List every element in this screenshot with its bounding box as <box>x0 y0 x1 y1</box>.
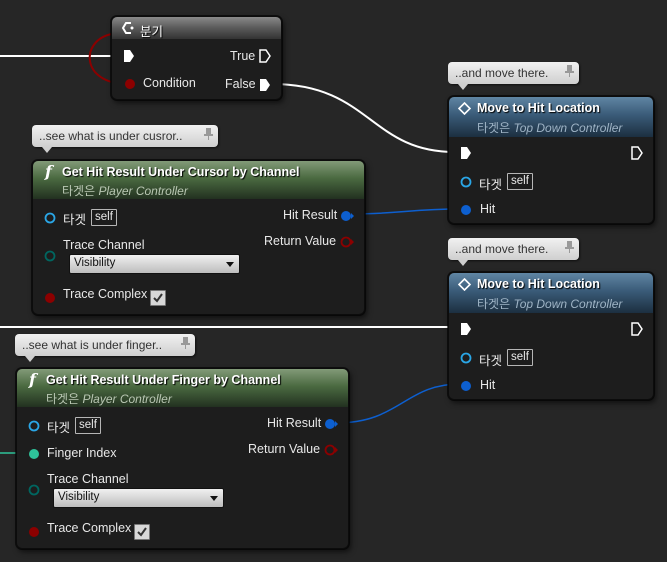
branch-icon <box>121 22 134 34</box>
pin-icon[interactable] <box>181 337 190 349</box>
branch-title: 분기 <box>140 25 164 39</box>
cursor-trace-channel-pin[interactable] <box>44 250 56 262</box>
hitresult-wire-cursor[interactable] <box>350 208 461 215</box>
move-node-subtitle: 타겟은 Top Down Controller <box>477 297 623 311</box>
finger-node-header[interactable]: f Get Hit Result Under Finger by Channel… <box>17 369 348 407</box>
pin-icon[interactable] <box>204 128 213 140</box>
event-icon <box>458 278 471 291</box>
branch-node[interactable]: 분기 True Condition False <box>111 16 282 100</box>
finger-target-pin[interactable] <box>28 420 40 432</box>
move-exec-in-pin[interactable] <box>460 146 472 160</box>
move-target-label: 타겟 <box>479 178 503 192</box>
comment-bubble-move1[interactable]: ..and move there. <box>448 62 579 90</box>
event-icon <box>458 102 471 115</box>
move-self-field[interactable]: self <box>507 349 533 366</box>
finger-trace-complex-pin[interactable] <box>28 526 40 538</box>
branch-false-pin[interactable] <box>259 78 271 92</box>
move-exec-in-pin[interactable] <box>460 322 472 336</box>
comment-text: ..and move there. <box>455 66 549 80</box>
move-target-label: 타겟 <box>479 354 503 368</box>
branch-condition-label: Condition <box>143 76 196 90</box>
move-self-field[interactable]: self <box>507 173 533 190</box>
move-target-pin[interactable] <box>460 352 472 364</box>
comment-text: ..see what is under cusror.. <box>39 129 183 143</box>
comment-bubble-move2[interactable]: ..and move there. <box>448 238 579 266</box>
finger-self-field[interactable]: self <box>75 417 101 434</box>
cursor-hit-result-label: Hit Result <box>283 208 338 222</box>
dropdown-value: Visibility <box>74 257 116 269</box>
exec-wire-false-to-move1[interactable] <box>271 83 456 153</box>
move-to-hit-node-1[interactable]: Move to Hit Location 타겟은 Top Down Contro… <box>448 96 654 224</box>
cursor-node-subtitle: 타겟은 Player Controller <box>62 184 188 198</box>
finger-return-value-label: Return Value <box>248 442 321 456</box>
comment-bubble-finger[interactable]: ..see what is under finger.. <box>15 334 195 362</box>
branch-node-header[interactable]: 분기 <box>112 17 281 39</box>
finger-trace-complex-label: Trace Complex <box>47 521 132 535</box>
cursor-node-header[interactable]: f Get Hit Result Under Cursor by Channel… <box>33 161 364 199</box>
cursor-node-title: Get Hit Result Under Cursor by Channel <box>62 165 300 179</box>
move-exec-out-pin[interactable] <box>631 146 643 160</box>
finger-index-pin[interactable] <box>28 448 40 460</box>
finger-trace-complex-checkbox[interactable] <box>134 524 150 540</box>
finger-node-title: Get Hit Result Under Finger by Channel <box>46 373 281 387</box>
pin-icon[interactable] <box>565 65 574 77</box>
move-hit-pin[interactable] <box>460 204 472 216</box>
cursor-target-label: 타겟 <box>63 213 87 227</box>
cursor-return-value-label: Return Value <box>264 234 337 248</box>
branch-condition-pin[interactable] <box>124 78 136 90</box>
cursor-trace-complex-checkbox[interactable] <box>150 290 166 306</box>
move-hit-label: Hit <box>480 378 496 392</box>
cursor-trace-complex-label: Trace Complex <box>63 287 148 301</box>
finger-return-value-pin[interactable] <box>324 444 338 456</box>
function-icon: f <box>29 370 36 389</box>
branch-true-pin[interactable] <box>259 49 271 63</box>
get-hit-result-finger-node[interactable]: f Get Hit Result Under Finger by Channel… <box>16 368 349 549</box>
comment-bubble-cursor[interactable]: ..see what is under cusror.. <box>32 125 218 153</box>
function-icon: f <box>45 162 52 181</box>
cursor-target-pin[interactable] <box>44 212 56 224</box>
cursor-trace-complex-pin[interactable] <box>44 292 56 304</box>
finger-node-subtitle: 타겟은 Player Controller <box>46 392 172 406</box>
move-hit-pin[interactable] <box>460 380 472 392</box>
hitresult-wire-finger[interactable] <box>335 383 461 424</box>
finger-trace-channel-label: Trace Channel <box>47 472 129 486</box>
pin-icon[interactable] <box>565 241 574 253</box>
finger-target-label: 타겟 <box>47 421 71 435</box>
move-hit-label: Hit <box>480 202 496 216</box>
move-node-title: Move to Hit Location <box>477 277 600 291</box>
cursor-trace-channel-dropdown[interactable]: Visibility <box>69 254 240 274</box>
move-target-pin[interactable] <box>460 176 472 188</box>
move-exec-out-pin[interactable] <box>631 322 643 336</box>
dropdown-value: Visibility <box>58 491 100 503</box>
move-node-header[interactable]: Move to Hit Location 타겟은 Top Down Contro… <box>449 97 653 137</box>
get-hit-result-cursor-node[interactable]: f Get Hit Result Under Cursor by Channel… <box>32 160 365 315</box>
cursor-trace-channel-label: Trace Channel <box>63 238 145 252</box>
finger-trace-channel-dropdown[interactable]: Visibility <box>53 488 224 508</box>
branch-exec-in-pin[interactable] <box>123 49 135 63</box>
finger-trace-channel-pin[interactable] <box>28 484 40 496</box>
cursor-hit-result-pin[interactable] <box>340 210 354 222</box>
branch-true-label: True <box>230 49 256 63</box>
move-node-subtitle: 타겟은 Top Down Controller <box>477 121 623 135</box>
comment-text: ..and move there. <box>455 242 549 256</box>
branch-false-label: False <box>225 77 256 91</box>
comment-text: ..see what is under finger.. <box>22 338 163 352</box>
move-node-title: Move to Hit Location <box>477 101 600 115</box>
cursor-return-value-pin[interactable] <box>340 236 354 248</box>
move-to-hit-node-2[interactable]: Move to Hit Location 타겟은 Top Down Contro… <box>448 272 654 400</box>
chevron-down-icon <box>210 496 218 501</box>
chevron-down-icon <box>226 262 234 267</box>
finger-hit-result-label: Hit Result <box>267 416 322 430</box>
cursor-self-field[interactable]: self <box>91 209 117 226</box>
finger-hit-result-pin[interactable] <box>324 418 338 430</box>
move-node-header[interactable]: Move to Hit Location 타겟은 Top Down Contro… <box>449 273 653 313</box>
finger-index-label: Finger Index <box>47 446 117 460</box>
